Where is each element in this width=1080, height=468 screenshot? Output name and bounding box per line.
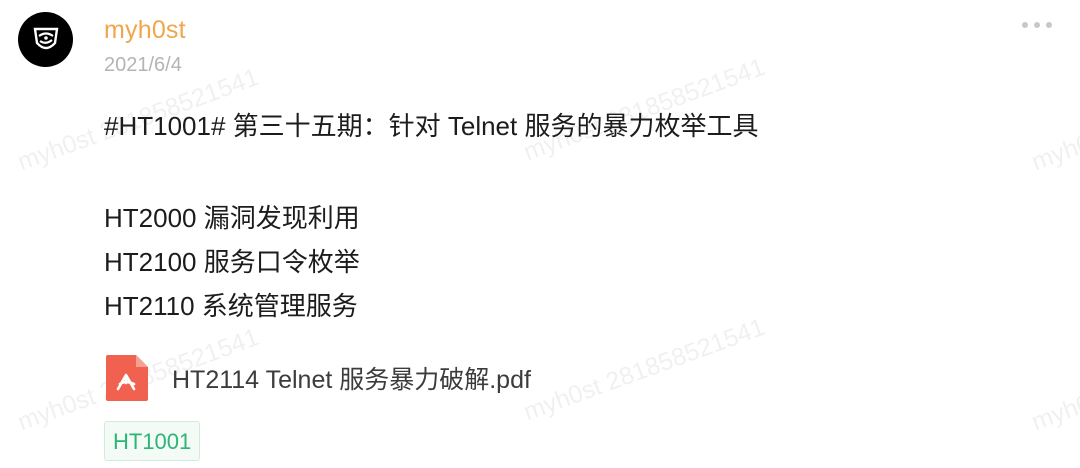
watermark-text: myh0st 281858521541 (520, 312, 769, 427)
content-line: HT2110 系统管理服务 (104, 291, 358, 321)
more-options-icon[interactable] (1022, 22, 1052, 28)
post-date: 2021/6/4 (104, 54, 182, 76)
avatar[interactable] (18, 12, 73, 67)
post-card: myh0st 281858521541 myh0st 281858521541 … (0, 0, 1080, 468)
watermark-text: myh0st 281858521541 (1028, 63, 1080, 177)
logo-icon (33, 27, 58, 49)
username[interactable]: myh0st (104, 16, 186, 45)
attachment-file-name: HT2114 Telnet 服务暴力破解.pdf (172, 366, 531, 394)
post-content: #HT1001# 第三十五期：针对 Telnet 服务的暴力枚举工具 HT200… (104, 104, 758, 328)
content-line: HT2000 漏洞发现利用 (104, 203, 360, 233)
pdf-icon (104, 353, 150, 403)
content-line: HT2100 服务口令枚举 (104, 247, 360, 277)
topic-tag[interactable]: HT1001 (104, 421, 201, 461)
file-attachment[interactable]: HT2114 Telnet 服务暴力破解.pdf (104, 352, 531, 404)
post-title: #HT1001# 第三十五期：针对 Telnet 服务的暴力枚举工具 (104, 111, 759, 141)
watermark-text: myh0st 281858521541 (1028, 323, 1080, 437)
